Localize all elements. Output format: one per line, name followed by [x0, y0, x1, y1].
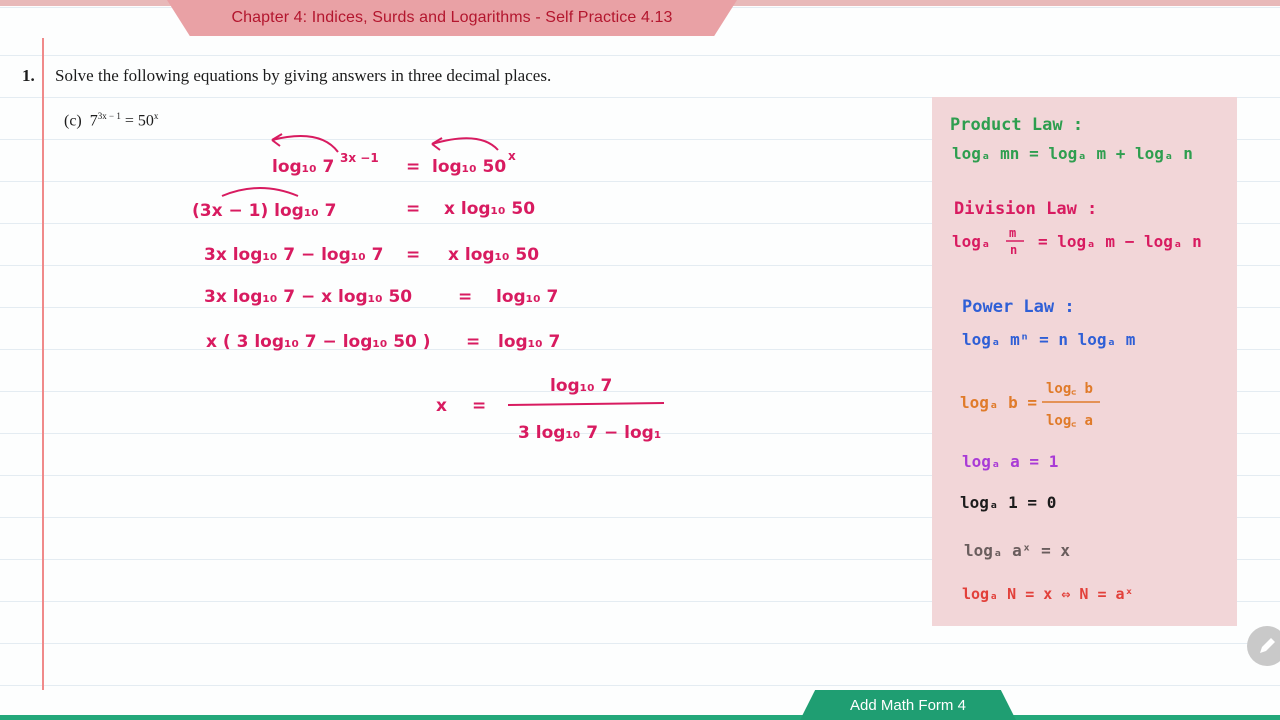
line4-eq: =: [458, 287, 472, 307]
line1-eq: =: [406, 157, 420, 177]
change-base-lhs: logₐ b =: [960, 393, 1037, 412]
identity-log-a-ax: logₐ aˣ = x: [964, 541, 1070, 560]
identity-definition: logₐ N = x ⇔ N = aˣ: [962, 585, 1134, 603]
arrowhead: [431, 137, 443, 151]
line3-eq: =: [406, 245, 420, 265]
power-law-title: Power Law :: [962, 297, 1075, 317]
footer-bar: [0, 715, 1280, 720]
line6-denominator: 3 log₁₀ 7 − log₁: [518, 423, 661, 443]
division-frac-den: n: [1010, 243, 1017, 257]
line1-right-exp: x: [508, 149, 516, 163]
line1-left-exp: 3x −1: [340, 151, 379, 165]
line6-lhs: x: [436, 396, 447, 416]
power-law-rule: logₐ mⁿ = n logₐ m: [962, 330, 1136, 349]
identity-log-a-1: logₐ 1 = 0: [960, 493, 1056, 512]
handwritten-working: log₁₀ 7 3x −1 = log₁₀ 50 x (3x − 1) log₁…: [192, 133, 665, 443]
line3-left: 3x log₁₀ 7 − log₁₀ 7: [204, 245, 383, 265]
log-laws-content: Product Law : logₐ mn = logₐ m + logₐ n …: [950, 115, 1202, 603]
division-law-lhs: logₐ: [952, 232, 991, 251]
arrow-annotation: [271, 135, 339, 153]
change-base-den: log꜀ a: [1046, 413, 1093, 429]
line2-right: x log₁₀ 50: [444, 199, 535, 219]
line1-left: log₁₀ 7: [272, 157, 334, 177]
product-law-title: Product Law :: [950, 115, 1083, 135]
line5-left: x ( 3 log₁₀ 7 − log₁₀ 50 ): [206, 332, 431, 352]
pencil-icon: [1260, 638, 1275, 653]
fraction-bar: [507, 402, 665, 406]
product-law-rule: logₐ mn = logₐ m + logₐ n: [952, 144, 1193, 163]
identity-log-a-a: logₐ a = 1: [962, 452, 1058, 471]
line3-right: x log₁₀ 50: [448, 245, 539, 265]
line4-left: 3x log₁₀ 7 − x log₁₀ 50: [204, 287, 412, 307]
footer-label-tab: Add Math Form 4: [800, 690, 1016, 720]
division-law-rhs: = logₐ m − logₐ n: [1038, 232, 1202, 251]
line6-eq: =: [472, 396, 486, 416]
arrowhead: [271, 133, 283, 147]
division-law-title: Division Law :: [954, 199, 1097, 219]
division-frac-num: m: [1009, 226, 1016, 240]
log-laws-panel: Product Law : logₐ mn = logₐ m + logₐ n …: [932, 97, 1237, 626]
line5-right: log₁₀ 7: [498, 332, 560, 352]
line4-right: log₁₀ 7: [496, 287, 558, 307]
line6-numerator: log₁₀ 7: [550, 376, 612, 396]
line5-eq: =: [466, 332, 480, 352]
line2-left: (3x − 1) log₁₀ 7: [192, 201, 336, 221]
footer-label: Add Math Form 4: [850, 696, 966, 714]
line1-right: log₁₀ 50: [432, 157, 506, 177]
pencil-edit-button[interactable]: [1247, 626, 1280, 666]
line2-eq: =: [406, 199, 420, 219]
arrow-annotation: [431, 137, 499, 151]
arrow-annotation: [221, 187, 299, 197]
change-base-num: log꜀ b: [1046, 381, 1093, 397]
